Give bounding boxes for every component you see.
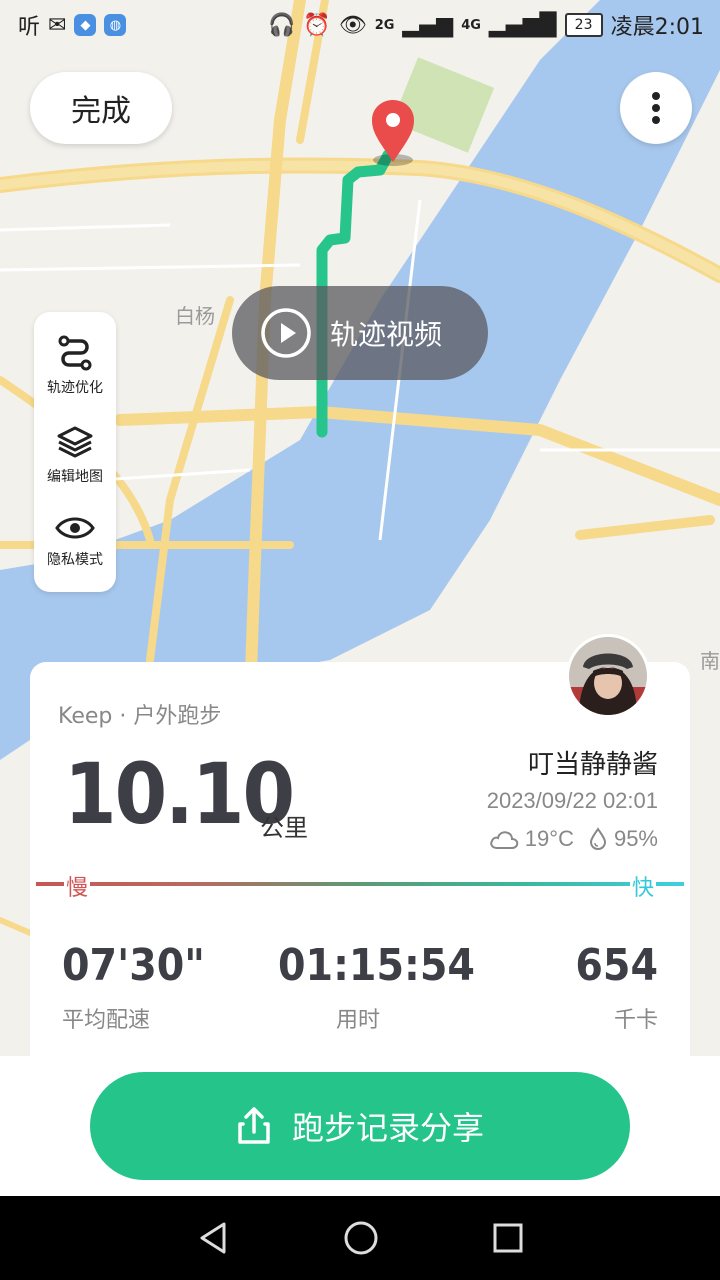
end-pin-icon [372, 100, 414, 166]
clock: 凌晨2:01 [610, 15, 704, 40]
pace-fast-label: 快 [629, 870, 656, 902]
network-4g-label: 4G [461, 17, 481, 33]
tool-track-optimize[interactable]: 轨迹优化 [47, 335, 103, 397]
mail-icon: ✉ [48, 12, 67, 38]
done-button[interactable]: 完成 [30, 72, 172, 144]
home-circle-icon[interactable] [343, 1220, 379, 1256]
system-nav-bar [0, 1196, 720, 1280]
temperature: 19°C [524, 826, 574, 851]
pace-slow-label: 慢 [64, 870, 91, 902]
play-circle-icon [261, 308, 311, 358]
run-datetime: 2023/09/22 02:01 [486, 788, 658, 813]
tool-label: 轨迹优化 [47, 380, 103, 397]
tool-privacy-mode[interactable]: 隐私模式 [47, 513, 103, 569]
status-bar: 听 ✉ ◆ ◍ 🎧 ⏰ 👁 2G ▂▄▆ 4G ▂▄▆█ 23 凌晨2:01 [0, 0, 720, 50]
eye-icon [55, 517, 95, 539]
recents-square-icon[interactable] [492, 1222, 524, 1254]
eye-comfort-icon: 👁 [338, 12, 367, 38]
weather-info: 19°C 95% [489, 826, 658, 852]
distance-value: 10.10 [64, 745, 295, 843]
headset-icon: 🎧 [267, 12, 296, 38]
humidity: 95% [613, 826, 658, 851]
calories-value: 654 [575, 940, 658, 991]
username: 叮当静静酱 [527, 750, 658, 780]
duration-label: 用时 [336, 1008, 381, 1033]
calories-label: 千卡 [613, 1008, 658, 1033]
tool-label: 隐私模式 [47, 551, 103, 568]
route-icon [58, 335, 92, 371]
layers-icon [57, 426, 93, 458]
activity-source: Keep · 户外跑步 [58, 704, 222, 729]
avatar[interactable] [566, 634, 650, 718]
security-app-icon: ◍ [104, 14, 127, 36]
tool-edit-map[interactable]: 编辑地图 [47, 424, 103, 486]
battery-indicator: 23 [564, 13, 603, 37]
more-button[interactable] [620, 72, 692, 144]
duration-value: 01:15:54 [278, 940, 475, 991]
alarm-icon: ⏰ [303, 12, 331, 38]
run-summary-card: Keep · 户外跑步 10.10 公里 叮当静静酱 2023/09/22 02… [30, 662, 690, 1056]
signal-icon-2: ▂▄▆█ [488, 12, 557, 38]
signal-icon: ▂▄▆ [402, 12, 454, 38]
cloud-icon [490, 831, 519, 849]
place-label-edge: 南 [700, 649, 720, 673]
back-triangle-icon[interactable] [196, 1220, 230, 1256]
avg-pace-label: 平均配速 [62, 1008, 151, 1033]
share-area: 跑步记录分享 [0, 1056, 720, 1196]
listen-app-icon: 听 [18, 15, 41, 40]
share-run-label: 跑步记录分享 [291, 1109, 484, 1147]
distance-unit: 公里 [260, 814, 308, 842]
map-tools-panel: 轨迹优化 编辑地图 隐私模式 [34, 312, 116, 592]
tool-label: 编辑地图 [47, 468, 103, 485]
avg-pace-value: 07'30" [62, 940, 205, 991]
track-video-button[interactable]: 轨迹视频 [232, 286, 488, 380]
share-upload-icon [238, 1107, 270, 1144]
pace-gradient-bar [36, 882, 684, 886]
humidity-drop-icon [589, 827, 606, 851]
more-vertical-icon [652, 92, 660, 124]
place-label: 白杨 [175, 304, 215, 328]
track-video-label: 轨迹视频 [330, 318, 443, 351]
shield-app-icon: ◆ [74, 14, 97, 36]
share-run-button[interactable]: 跑步记录分享 [90, 1072, 630, 1180]
network-2g-label: 2G [374, 17, 395, 33]
